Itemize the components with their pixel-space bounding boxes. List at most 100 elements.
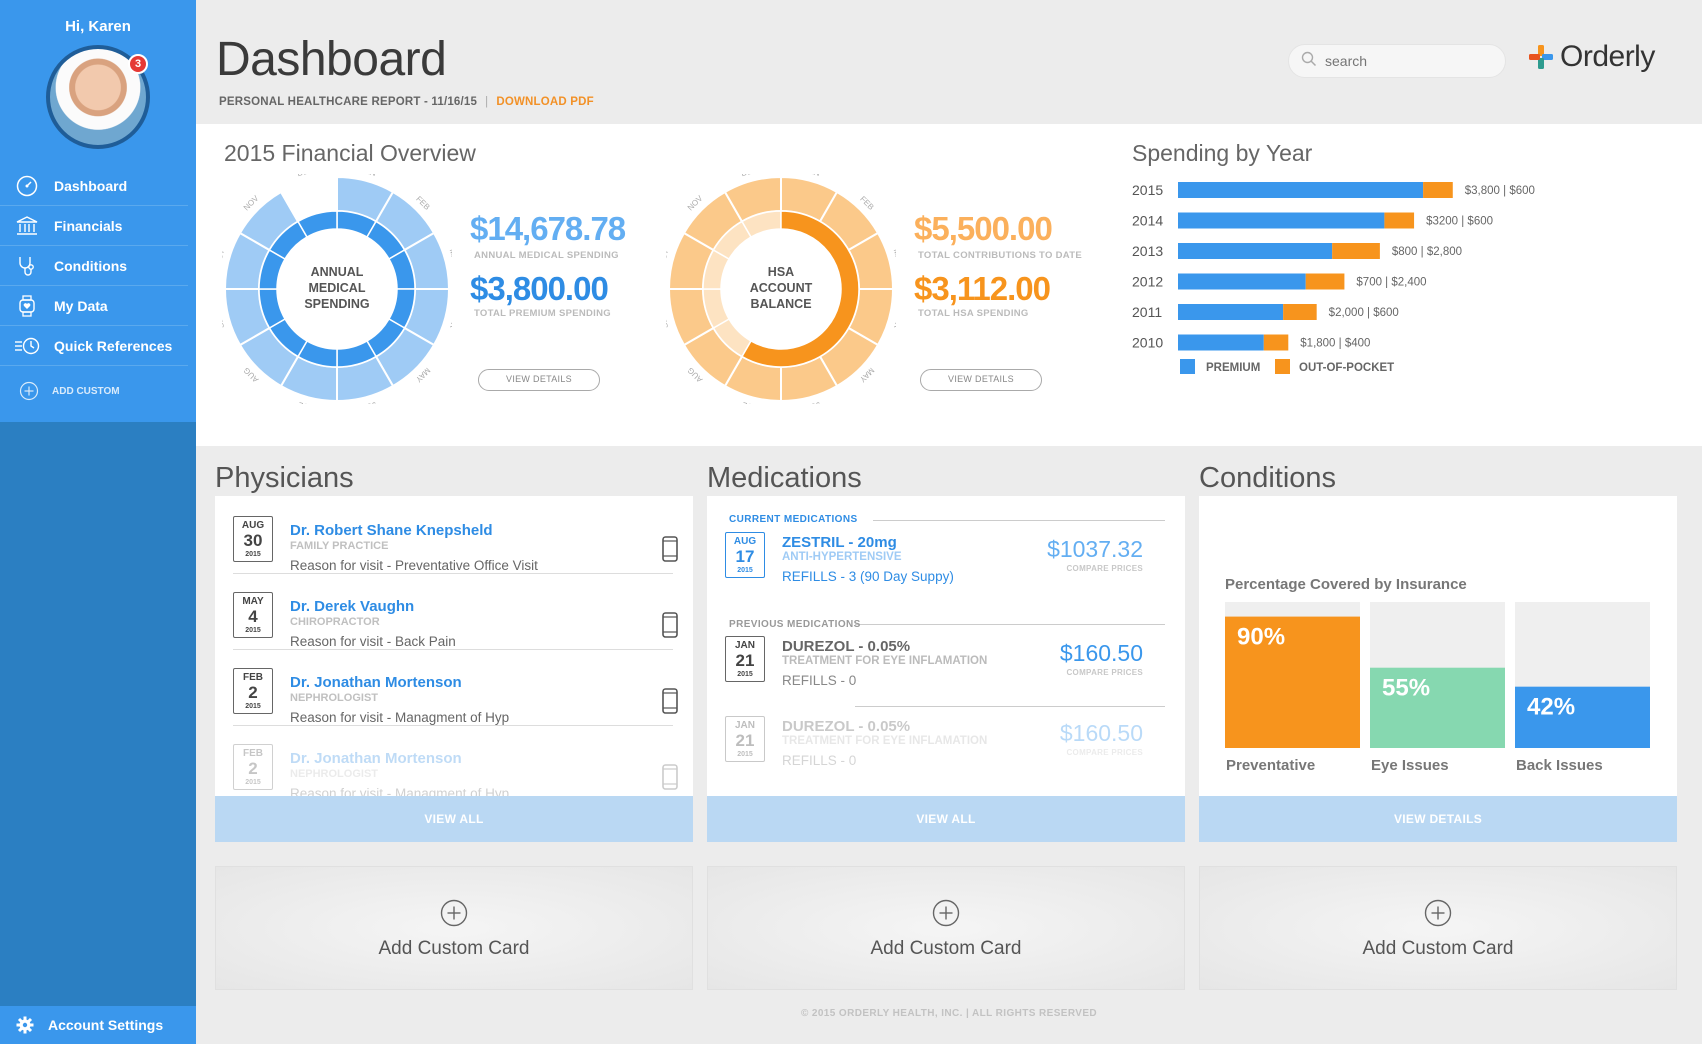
medical-view-details-button[interactable]: VIEW DETAILS [478,369,600,391]
search-box[interactable] [1288,44,1506,78]
date-badge: JAN 21 2015 [725,716,765,762]
compare-prices-link[interactable]: COMPARE PRICES [1066,564,1143,573]
coverage-chart-title: Percentage Covered by Insurance [1225,576,1467,593]
add-custom-card[interactable]: Add Custom Card [215,866,693,990]
physician-name[interactable]: Dr. Jonathan Mortenson [290,750,462,767]
physician-row[interactable]: MAY 4 2015 Dr. Derek Vaughn CHIROPRACTOR… [233,580,678,650]
avatar-wrapper[interactable]: 3 [46,45,150,149]
footer: © 2015 ORDERLY HEALTH, INC. | ALL RIGHTS… [800,1008,1098,1019]
brand-logo[interactable]: Orderly [1528,40,1655,74]
physician-specialty: FAMILY PRACTICE [290,540,389,552]
divider [855,624,1165,625]
physicians-view-all-button[interactable]: VIEW ALL [215,796,693,842]
medication-row[interactable]: AUG 17 2015 ZESTRIL - 20mg ANTI-HYPERTEN… [725,532,1165,594]
physicians-card: AUG 30 2015 Dr. Robert Shane Knepsheld F… [215,496,693,796]
donut-center-label: BALANCE [750,297,811,311]
hsa-view-details-button[interactable]: VIEW DETAILS [920,369,1042,391]
add-custom-card[interactable]: Add Custom Card [707,866,1185,990]
coverage-category-label: Eye Issues [1371,757,1449,774]
notification-badge[interactable]: 3 [128,54,148,74]
physician-name[interactable]: Dr. Robert Shane Knepsheld [290,522,493,539]
account-settings-label: Account Settings [48,1017,164,1033]
physician-row[interactable]: AUG 30 2015 Dr. Robert Shane Knepsheld F… [233,504,678,574]
coverage-value-label: 55% [1382,675,1430,702]
page-title: Dashboard [216,33,447,86]
month-label: JAN [360,174,377,178]
sidebar-item-conditions[interactable]: Conditions [0,246,188,286]
coverage-chart[interactable]: 90% Preventative 55% Eye Issues 42% Back Issu… [1225,602,1651,782]
orderly-logo-icon [1528,44,1554,70]
add-custom-card[interactable]: Add Custom Card [1199,866,1677,990]
medications-title: Medications [707,462,862,494]
sidebar-nav: Dashboard Financials Conditions My Data … [0,166,196,422]
visit-reason: Reason for visit - Back Pain [290,634,456,649]
phone-icon[interactable] [662,764,678,795]
gear-icon [16,1016,34,1034]
stethoscope-icon [14,255,40,277]
legend-oop-label: OUT-OF-POCKET [1299,362,1394,374]
phone-icon[interactable] [662,612,678,643]
physician-name[interactable]: Dr. Jonathan Mortenson [290,674,462,691]
add-custom-card-label: Add Custom Card [1362,938,1514,959]
sidebar-item-quick-references[interactable]: Quick References [0,326,188,366]
premium-amount: $3,800.00 [470,270,609,307]
medication-row[interactable]: JAN 21 2015 DUREZOL - 0.05% TREATMENT FO… [725,636,1165,698]
sidebar: Hi, Karen 3 Dashboard Financials Conditi… [0,0,196,1044]
coverage-category-label: Preventative [1226,757,1315,774]
phone-icon[interactable] [662,688,678,719]
plus-circle-icon [932,899,960,932]
sidebar-item-dashboard[interactable]: Dashboard [0,166,188,206]
medication-price: $160.50 [1059,720,1143,746]
previous-medications-label: PREVIOUS MEDICATIONS [729,619,861,630]
search-input[interactable] [1325,53,1495,69]
compare-prices-link[interactable]: COMPARE PRICES [1066,748,1143,757]
annual-medical-caption: ANNUAL MEDICAL SPENDING [474,250,619,261]
medication-name[interactable]: DUREZOL - 0.05% [782,638,910,655]
conditions-card: Percentage Covered by Insurance 90% Preve… [1199,496,1677,796]
visit-reason: Reason for visit - Managment of Hyp [290,710,510,725]
month-label: SEP [222,312,226,330]
conditions-view-details-button[interactable]: VIEW DETAILS [1199,796,1677,842]
physician-row[interactable]: FEB 2 2015 Dr. Jonathan Mortenson NEPHRO… [233,732,678,796]
oop-bar [1263,334,1289,351]
sidebar-item-financials[interactable]: Financials [0,206,188,246]
bar-value-label: $3,800 | $600 [1465,185,1535,197]
physician-name[interactable]: Dr. Derek Vaughn [290,598,414,615]
year-label: 2013 [1132,243,1163,259]
header: Dashboard PERSONAL HEALTHCARE REPORT - 1… [196,0,1702,124]
month-label: MAR [892,248,896,268]
sidebar-item-my-data[interactable]: My Data [0,286,188,326]
phone-icon[interactable] [662,536,678,567]
download-pdf-link[interactable]: DOWNLOAD PDF [496,96,594,108]
year-label: 2012 [1132,274,1163,290]
month-label: MAR [448,248,452,268]
date-month: JAN [734,640,755,651]
divider [873,520,1165,521]
medications-view-all-button[interactable]: VIEW ALL [707,796,1185,842]
date-day: 2 [248,759,258,778]
hsa-balance-donut[interactable]: JANFEBMARAPRMAYJUNJULAUGSEPOCTNOVDECHSAA… [666,174,896,404]
profile-header: Hi, Karen 3 [0,0,196,166]
month-label: OCT [666,248,670,267]
medication-name[interactable]: DUREZOL - 0.05% [782,718,910,735]
donut-center-label: ACCOUNT [750,281,813,295]
year-label: 2015 [1132,182,1163,198]
separator: | [485,96,489,108]
month-label: APR [448,311,452,329]
medication-refills: REFILLS - 3 (90 Day Suppy) [782,569,954,584]
visit-reason: Reason for visit - Preventative Office V… [290,558,538,573]
hsa-contributions-amount: $5,500.00 [914,210,1053,247]
add-custom-button[interactable]: ADD CUSTOM [0,366,188,416]
sidebar-item-label: Dashboard [54,177,128,194]
account-settings-button[interactable]: Account Settings [0,1006,196,1044]
bar-value-label: $2,000 | $600 [1329,307,1399,319]
medication-row[interactable]: JAN 21 2015 DUREZOL - 0.05% TREATMENT FO… [725,716,1165,778]
oop-bar [1305,273,1345,290]
compare-prices-link[interactable]: COMPARE PRICES [1066,668,1143,677]
divider [855,706,1165,707]
date-badge: JAN 21 2015 [725,636,765,682]
medical-spending-donut[interactable]: JANFEBMARAPRMAYJUNJULAUGSEPOCTNOVDECANNU… [222,174,452,404]
physician-row[interactable]: FEB 2 2015 Dr. Jonathan Mortenson NEPHRO… [233,656,678,726]
medication-name[interactable]: ZESTRIL - 20mg [782,534,897,551]
spending-by-year-chart[interactable]: 2015 $3,800 | $600 2014 $3200 | $600 2013 $80… [1132,174,1672,384]
